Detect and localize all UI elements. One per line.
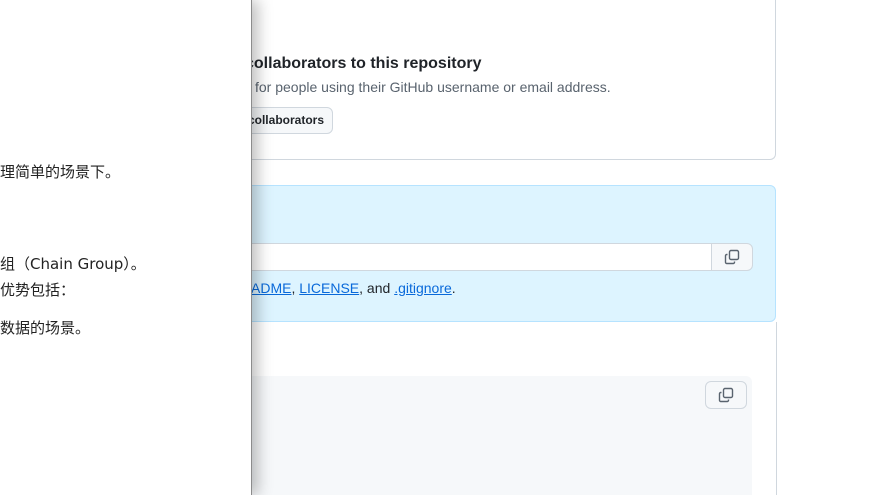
copy-url-button[interactable] [711, 243, 753, 271]
license-link[interactable]: LICENSE [299, 280, 359, 296]
readme-link[interactable]: ADME [251, 280, 291, 296]
doc-text-line: 优势包括： [0, 281, 76, 299]
collaborators-card: collaborators to this repository for peo… [200, 0, 776, 160]
setup-recommendation: ADME, LICENSE, and .gitignore. [251, 280, 456, 296]
collaborators-title: collaborators to this repository [245, 55, 482, 72]
doc-text-line: 组（Chain Group）。 [0, 255, 146, 273]
collaborators-description: for people using their GitHub username o… [255, 79, 611, 95]
page: collaborators to this repository for peo… [0, 0, 876, 495]
copy-icon [718, 387, 734, 403]
link-end: . [451, 280, 456, 296]
code-block [200, 376, 752, 495]
copy-icon [724, 249, 740, 265]
link-separator: , and [359, 280, 395, 296]
copy-code-button[interactable] [705, 381, 747, 409]
gitignore-link[interactable]: .gitignore [394, 280, 452, 296]
doc-text-line: 理简单的场景下。 [0, 163, 121, 181]
content-border [776, 322, 777, 495]
document-panel: 理简单的场景下。 组（Chain Group）。 优势包括： 数据的场景。 [0, 0, 252, 495]
quick-setup-card: ADME, LICENSE, and .gitignore. [200, 185, 776, 322]
clone-url-input[interactable] [241, 243, 712, 271]
doc-text-line: 数据的场景。 [0, 319, 91, 337]
